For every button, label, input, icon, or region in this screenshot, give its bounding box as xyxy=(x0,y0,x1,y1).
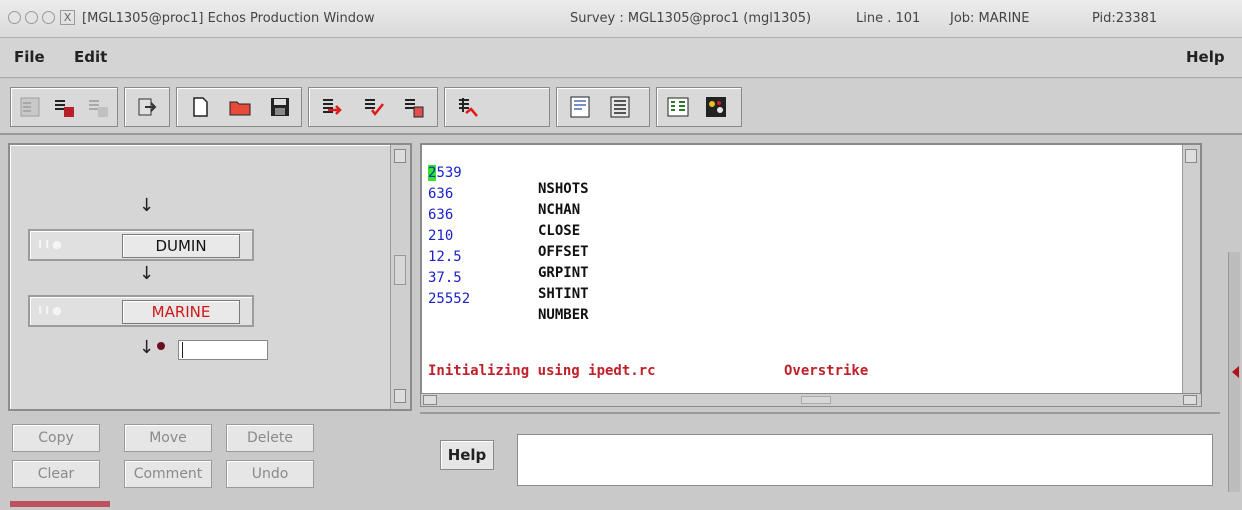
module-toggle-icon[interactable]: II● xyxy=(38,238,84,254)
module-button-dumin[interactable]: DUMIN xyxy=(122,234,240,258)
module-row-dumin[interactable]: II● DUMIN xyxy=(28,229,254,261)
spell-run-icon[interactable] xyxy=(454,93,482,121)
menu-edit[interactable]: Edit xyxy=(74,48,107,66)
module-toggle-icon[interactable]: II● xyxy=(38,304,84,320)
new-module-input[interactable] xyxy=(178,340,268,360)
open-folder-icon[interactable] xyxy=(226,93,254,121)
parameter-name: NCHAN xyxy=(538,202,581,218)
scroll-down-arrow-icon[interactable] xyxy=(394,389,406,403)
insert-file-icon[interactable] xyxy=(400,93,428,121)
scroll-thumb[interactable] xyxy=(394,255,406,285)
minimize-window-button[interactable] xyxy=(25,11,38,24)
tool-hammer-run-icon[interactable] xyxy=(50,93,78,121)
scroll-left-arrow-icon[interactable] xyxy=(423,395,437,405)
panel-resize-handle[interactable] xyxy=(10,501,110,507)
parameter-name: CLOSE xyxy=(538,223,581,239)
window-resize-marker-icon xyxy=(1232,366,1239,378)
comment-button[interactable]: Comment xyxy=(124,460,212,488)
network-icon[interactable] xyxy=(702,93,730,121)
help-button[interactable]: Help xyxy=(440,440,494,470)
zoom-window-button[interactable] xyxy=(42,11,55,24)
tool-hammer-gray-icon[interactable] xyxy=(84,93,112,121)
parameter-name: OFFSET xyxy=(538,244,589,260)
parameter-row[interactable]: 2539 NSHOTS xyxy=(428,149,589,197)
menu-file[interactable]: File xyxy=(14,48,45,66)
columns-icon[interactable] xyxy=(664,93,692,121)
edit-mode-indicator: Overstrike xyxy=(784,363,869,379)
parameter-row[interactable]: 37.5 SHTINT xyxy=(428,254,589,302)
scroll-up-arrow-icon[interactable] xyxy=(394,149,406,163)
insert-red-arrow-icon[interactable] xyxy=(318,93,346,121)
pid-label: Pid:23381 xyxy=(1092,11,1158,26)
undo-button[interactable]: Undo xyxy=(226,460,314,488)
save-icon[interactable] xyxy=(266,93,294,121)
pane-divider[interactable] xyxy=(420,412,1220,414)
clear-button[interactable]: Clear xyxy=(12,460,100,488)
menu-help[interactable]: Help xyxy=(1186,48,1225,66)
menu-bar: File Edit Help xyxy=(0,38,1242,78)
editor-vertical-scrollbar[interactable] xyxy=(1182,145,1200,403)
flow-arrow-icon: ↓ xyxy=(139,337,155,358)
window-controls xyxy=(8,11,55,24)
flow-panel-scrollbar[interactable] xyxy=(390,145,410,409)
scroll-thumb[interactable] xyxy=(801,396,831,404)
parameter-row[interactable]: 210 OFFSET xyxy=(428,212,589,260)
parameter-name: SHTINT xyxy=(538,286,589,302)
x11-icon: X xyxy=(60,10,75,25)
toolbar xyxy=(0,79,1242,135)
job-label: Job: MARINE xyxy=(950,11,1030,26)
module-button-marine[interactable]: MARINE xyxy=(122,300,240,324)
parameter-row[interactable]: 636 NCHAN xyxy=(428,170,580,218)
window-title: [MGL1305@proc1] Echos Production Window xyxy=(82,11,375,26)
parameter-name: NUMBER xyxy=(538,307,589,323)
tool-hammer-disabled-icon[interactable] xyxy=(16,93,44,121)
title-bar: X [MGL1305@proc1] Echos Production Windo… xyxy=(0,0,1242,38)
list-view-icon[interactable] xyxy=(606,93,634,121)
move-button[interactable]: Move xyxy=(124,424,212,452)
module-row-marine[interactable]: II● MARINE xyxy=(28,295,254,327)
parameter-editor[interactable]: 2539 NSHOTS 636 NCHAN 636 CLOSE 210 OFFS… xyxy=(420,143,1202,405)
close-window-button[interactable] xyxy=(8,11,21,24)
survey-label: Survey : MGL1305@proc1 (mgl1305) xyxy=(570,11,812,26)
help-text-field[interactable] xyxy=(517,434,1213,486)
parameter-row[interactable]: 25552 NUMBER xyxy=(428,275,589,323)
parameter-value: 25552 xyxy=(428,291,471,307)
flow-arrow-icon: ↓ xyxy=(139,263,155,284)
flow-panel[interactable] xyxy=(8,143,412,411)
new-file-icon[interactable] xyxy=(186,93,214,121)
parameter-name: NSHOTS xyxy=(538,181,589,197)
scroll-right-arrow-icon[interactable] xyxy=(1183,395,1197,405)
export-icon[interactable] xyxy=(133,93,161,121)
insertion-point-icon xyxy=(157,342,165,350)
status-message: Initializing using ipedt.rc xyxy=(428,363,656,379)
line-label: Line . 101 xyxy=(856,11,921,26)
editor-horizontal-scrollbar[interactable] xyxy=(420,393,1202,407)
parameter-row[interactable]: 12.5 GRPINT xyxy=(428,233,589,281)
parameter-row[interactable]: 636 CLOSE xyxy=(428,191,580,239)
copy-button[interactable]: Copy xyxy=(12,424,100,452)
scroll-up-arrow-icon[interactable] xyxy=(1185,149,1197,163)
parameter-name: GRPINT xyxy=(538,265,589,281)
delete-button[interactable]: Delete xyxy=(226,424,314,452)
page-view-icon[interactable] xyxy=(566,93,594,121)
flow-arrow-icon: ↓ xyxy=(139,195,155,216)
insert-check-icon[interactable] xyxy=(360,93,388,121)
text-cursor-icon xyxy=(182,342,183,358)
